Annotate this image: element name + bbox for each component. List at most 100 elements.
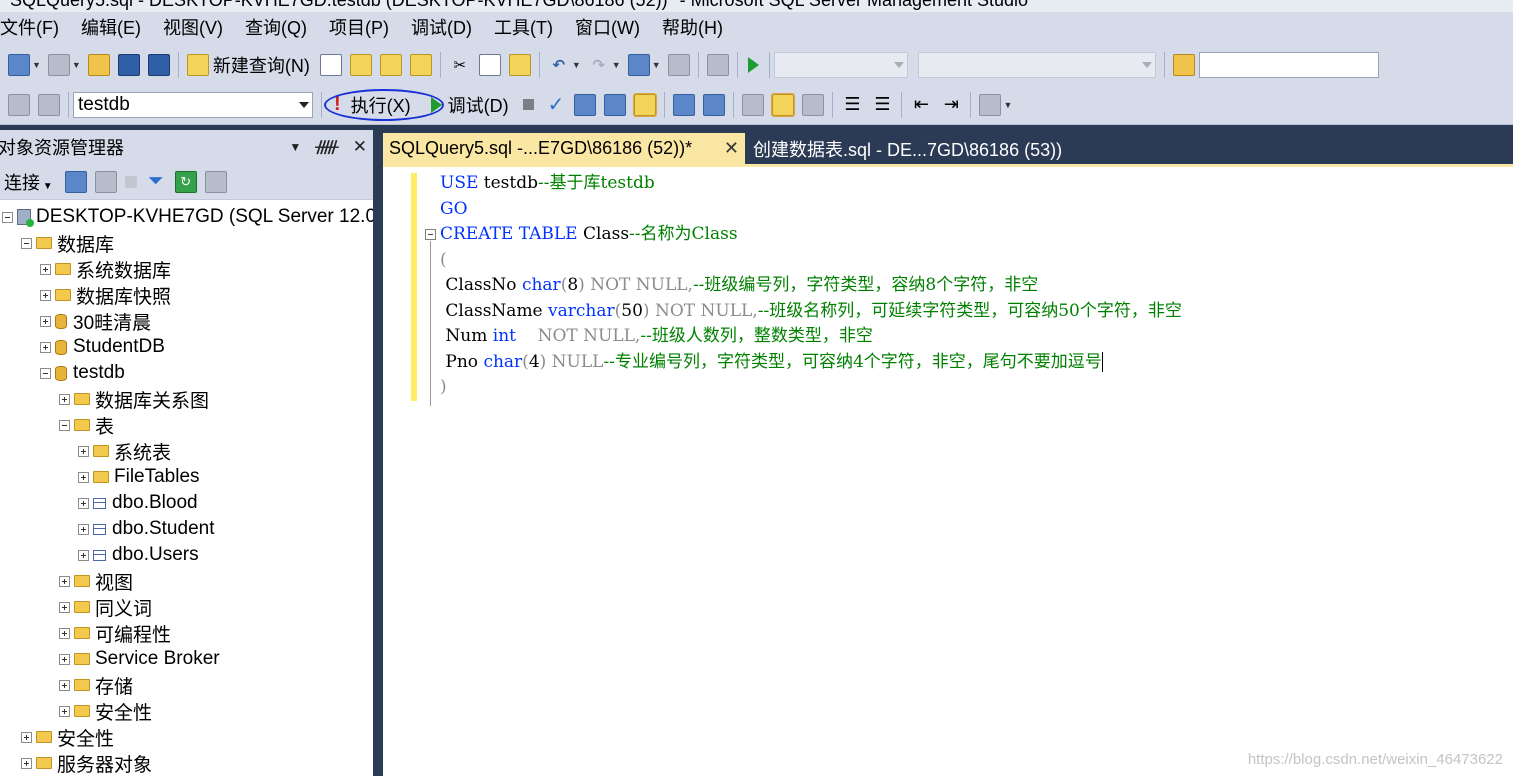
menu-file[interactable]: 文件(F) [0, 12, 70, 45]
tree-node[interactable]: testdb [40, 360, 125, 386]
mdx-query-icon[interactable] [349, 54, 372, 76]
tree-node[interactable]: 表 [59, 412, 114, 438]
collapse-icon[interactable] [40, 367, 51, 379]
cancel-query-icon[interactable] [522, 99, 534, 110]
tree-node[interactable]: StudentDB [40, 334, 165, 360]
expand-icon[interactable] [78, 445, 89, 457]
tree-node[interactable]: 安全性 [21, 724, 114, 750]
menu-edit[interactable]: 编辑(E) [70, 12, 152, 45]
parse-icon[interactable]: ✓ [548, 92, 565, 117]
disconnect-object-explorer-icon[interactable] [94, 170, 117, 193]
results-to-text-icon[interactable] [742, 93, 765, 116]
expand-icon[interactable] [59, 575, 70, 587]
uncomment-lines-icon[interactable]: ☰ [871, 94, 893, 116]
database-engine-query-icon[interactable] [319, 54, 342, 76]
increase-indent-icon[interactable]: ⇥ [940, 94, 962, 116]
tree-node[interactable]: 视图 [59, 568, 133, 594]
save-all-icon[interactable] [147, 54, 170, 76]
find-in-files-icon[interactable] [1172, 54, 1195, 76]
decrease-indent-icon[interactable]: ⇤ [910, 94, 932, 116]
expand-icon[interactable] [78, 549, 89, 561]
stop-icon[interactable] [124, 175, 137, 188]
open-file-icon[interactable] [87, 54, 110, 76]
tree-node[interactable]: 系统表 [78, 438, 171, 464]
tree-node[interactable]: 同义词 [59, 594, 152, 620]
expand-icon[interactable] [78, 471, 89, 483]
panel-splitter[interactable] [373, 130, 383, 776]
expand-icon[interactable] [59, 627, 70, 639]
solution-platforms-combo[interactable] [917, 52, 1156, 78]
query-designer-icon[interactable] [604, 93, 627, 116]
collapse-icon[interactable] [59, 419, 70, 431]
refresh-icon[interactable]: ↻ [174, 170, 197, 193]
navigate-backward-icon[interactable] [627, 54, 650, 76]
tree-node[interactable]: dbo.Student [78, 516, 214, 542]
activity-monitor-icon[interactable] [706, 54, 729, 76]
menu-debug[interactable]: 调试(D) [400, 12, 483, 45]
save-icon[interactable] [117, 54, 140, 76]
expand-icon[interactable] [40, 263, 51, 275]
comment-lines-icon[interactable]: ☰ [841, 94, 863, 116]
tree-node[interactable]: 存储 [59, 672, 133, 698]
tree-node[interactable]: 系统数据库 [40, 256, 171, 282]
specify-template-values-icon[interactable] [979, 93, 1002, 116]
debug-button[interactable]: 调试(D) [448, 92, 509, 118]
results-to-grid-active-icon[interactable] [771, 92, 796, 117]
new-query-button[interactable]: 新建查询(N) [213, 52, 310, 78]
include-client-statistics-icon[interactable] [703, 93, 726, 116]
expand-icon[interactable] [40, 341, 51, 353]
collapse-icon[interactable] [21, 237, 32, 249]
tree-node[interactable]: 数据库快照 [40, 282, 171, 308]
navigate-forward-icon[interactable] [667, 54, 690, 76]
tree-node[interactable]: dbo.Blood [78, 490, 198, 516]
undo-dropdown-icon[interactable]: ▼ [572, 60, 581, 70]
connect-object-explorer-icon[interactable] [64, 170, 87, 193]
redo-dropdown-icon[interactable]: ▼ [612, 60, 621, 70]
tree-node[interactable]: DESKTOP-KVHE7GD (SQL Server 12.0.2000 [2, 204, 424, 230]
pin-icon[interactable]: ᚏ [315, 137, 338, 157]
window-position-dropdown-icon[interactable]: ▼ [289, 140, 301, 154]
tab-create-table[interactable]: 创建数据表.sql - DE...7GD\86186 (53)) [753, 133, 1062, 164]
undo-icon[interactable]: ↶ [548, 54, 570, 76]
expand-icon[interactable] [40, 289, 51, 301]
results-to-grid-icon[interactable] [633, 92, 658, 117]
expand-icon[interactable] [59, 393, 70, 405]
execute-button[interactable]: ! 执行(X) [324, 88, 444, 122]
tree-node[interactable]: 安全性 [59, 698, 152, 724]
expand-icon[interactable] [59, 705, 70, 717]
expand-icon[interactable] [40, 315, 51, 327]
connect-icon[interactable] [8, 93, 30, 116]
collapse-icon[interactable] [2, 211, 13, 223]
expand-icon[interactable] [78, 497, 89, 509]
cut-icon[interactable]: ✂ [449, 54, 471, 76]
menu-query[interactable]: 查询(Q) [234, 12, 318, 45]
expand-icon[interactable] [59, 601, 70, 613]
outline-collapse-icon[interactable] [425, 229, 436, 240]
tree-node[interactable]: dbo.Users [78, 542, 199, 568]
add-item-icon[interactable] [47, 54, 70, 76]
expand-icon[interactable] [78, 523, 89, 535]
tree-node[interactable]: 数据库 [21, 230, 114, 256]
menu-view[interactable]: 视图(V) [152, 12, 234, 45]
menu-project[interactable]: 项目(P) [318, 12, 400, 45]
activity-monitor-oe-icon[interactable] [204, 170, 227, 193]
start-debugging-icon[interactable] [747, 57, 759, 73]
menu-window[interactable]: 窗口(W) [564, 12, 651, 45]
display-estimated-plan-icon[interactable] [574, 93, 597, 116]
tree-node[interactable]: FileTables [78, 464, 200, 490]
close-icon[interactable]: ✕ [724, 138, 739, 159]
results-to-file-icon[interactable] [802, 93, 825, 116]
copy-icon[interactable] [478, 54, 501, 76]
paste-icon[interactable] [508, 54, 531, 76]
add-item-dropdown-icon[interactable]: ▼ [72, 60, 81, 70]
new-query-icon[interactable] [186, 54, 209, 76]
expand-icon[interactable] [59, 679, 70, 691]
menu-tools[interactable]: 工具(T) [483, 12, 564, 45]
query-editor[interactable]: USE testdb--基于库testdb GO CREATE TABLE Clas… [383, 164, 1513, 776]
available-databases-combo[interactable]: testdb [73, 91, 313, 118]
filter-icon[interactable]: ⏷ [145, 170, 167, 193]
redo-icon[interactable]: ↷ [588, 54, 610, 76]
tab-sqlquery5[interactable]: SQLQuery5.sql -...E7GD\86186 (52))* ✕ [383, 133, 745, 164]
connect-button[interactable]: 连接 ▼ [4, 169, 53, 195]
new-project-icon[interactable] [8, 54, 30, 76]
